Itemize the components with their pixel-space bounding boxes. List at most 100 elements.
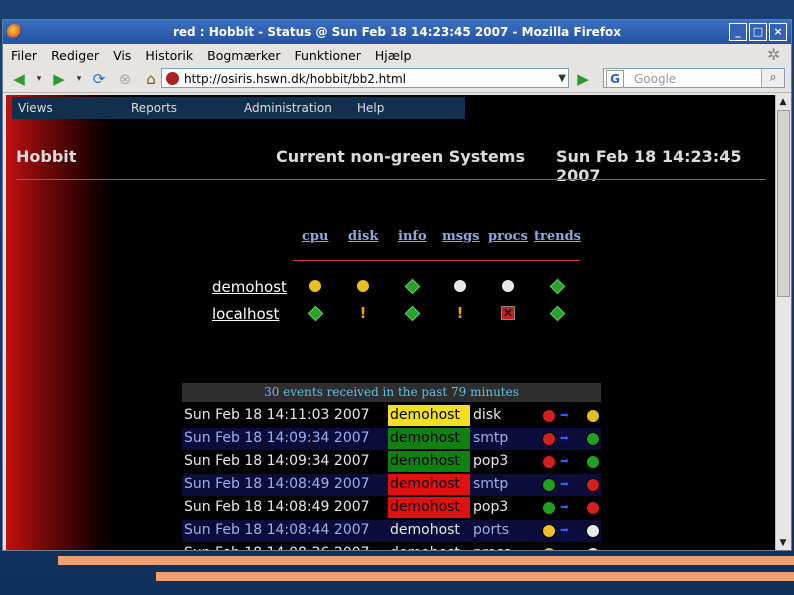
event-from-status-icon — [542, 501, 556, 515]
event-test[interactable]: pop3 — [473, 453, 508, 469]
back-icon[interactable]: ◀ — [9, 69, 29, 89]
minimize-button[interactable]: _ — [729, 23, 747, 41]
demohost-disk-yellow-icon[interactable] — [356, 279, 370, 293]
event-test[interactable]: smtp — [473, 430, 508, 446]
column-disk[interactable]: disk — [348, 229, 378, 244]
localhost-procs-red-icon[interactable]: ✕ — [501, 306, 515, 320]
event-host[interactable]: demohost — [388, 497, 470, 518]
url-bar[interactable]: http://osiris.hswn.dk/hobbit/bb2.html ▼ — [161, 68, 569, 88]
event-arrow-icon: ➡ — [560, 544, 569, 550]
reload-icon[interactable]: ⟳ — [89, 69, 109, 89]
host-demohost[interactable]: demohost — [212, 278, 287, 296]
decor-bar-bottom — [156, 572, 794, 581]
decor-bar-top — [58, 556, 794, 565]
event-from-status-icon — [542, 409, 556, 423]
column-trends[interactable]: trends — [534, 229, 581, 244]
brand-logo: Hobbit — [16, 147, 77, 166]
event-to-status-icon — [586, 524, 600, 538]
event-time: Sun Feb 18 14:08:49 2007 — [184, 476, 370, 492]
event-host[interactable]: demohost — [388, 474, 470, 495]
go-icon[interactable]: ▶ — [573, 69, 593, 89]
event-host[interactable]: demohost — [388, 428, 470, 449]
forward-icon[interactable]: ▶ — [49, 69, 69, 89]
event-from-status-icon — [542, 432, 556, 446]
vertical-scrollbar[interactable]: ▲ ▼ — [775, 95, 790, 550]
event-test[interactable]: smtp — [473, 476, 508, 492]
column-msgs[interactable]: msgs — [442, 229, 479, 244]
scroll-thumb[interactable] — [777, 110, 790, 297]
hobbit-menu-administration[interactable]: Administration — [238, 101, 351, 115]
localhost-msgs-warning-icon[interactable]: ! — [453, 306, 467, 321]
event-row: Sun Feb 18 14:08:49 2007 demohost smtp ➡ — [182, 474, 601, 496]
event-time: Sun Feb 18 14:09:34 2007 — [184, 453, 370, 469]
header-divider — [16, 179, 766, 180]
events-header: 30 events received in the past 79 minute… — [182, 383, 601, 402]
event-to-status-icon — [586, 432, 600, 446]
scroll-up-icon[interactable]: ▲ — [776, 95, 790, 109]
event-arrow-icon: ➡ — [560, 498, 570, 516]
menu-rediger[interactable]: Rediger — [51, 48, 99, 63]
event-to-status-icon — [586, 478, 600, 492]
demohost-info-green-icon[interactable] — [404, 278, 421, 295]
search-field[interactable]: G Google ⌕ — [603, 68, 785, 88]
site-favicon-icon — [166, 72, 179, 85]
menu-hjaelp[interactable]: Hjælp — [375, 48, 412, 63]
menu-filer[interactable]: Filer — [11, 48, 37, 63]
localhost-trends-green-icon[interactable] — [549, 305, 566, 322]
close-button[interactable]: × — [769, 23, 787, 41]
localhost-disk-warning-icon[interactable]: ! — [356, 306, 370, 321]
event-row: Sun Feb 18 14:11:03 2007 demohost disk ➡ — [182, 405, 601, 427]
stop-icon[interactable]: ⊗ — [115, 69, 135, 89]
event-row: Sun Feb 18 14:08:26 2007 demohostprocs ➡ — [182, 543, 601, 550]
demohost-cpu-yellow-icon[interactable] — [308, 279, 322, 293]
column-procs[interactable]: procs — [488, 229, 528, 244]
scroll-down-icon[interactable]: ▼ — [776, 536, 790, 550]
event-arrow-icon: ➡ — [560, 475, 570, 493]
localhost-cpu-green-icon[interactable] — [307, 305, 324, 322]
back-dropdown-icon[interactable]: ▾ — [35, 69, 43, 89]
url-text: http://osiris.hswn.dk/hobbit/bb2.html — [184, 72, 407, 86]
event-row: Sun Feb 18 14:09:34 2007 demohost pop3 ➡ — [182, 451, 601, 473]
forward-dropdown-icon[interactable]: ▾ — [75, 69, 83, 89]
hobbit-menu-help[interactable]: Help — [351, 101, 464, 115]
event-test[interactable]: disk — [473, 407, 501, 423]
navigation-toolbar: ◀ ▾ ▶ ▾ ⟳ ⊗ ⌂ http://osiris.hswn.dk/hobb… — [3, 66, 791, 93]
column-cpu[interactable]: cpu — [302, 229, 328, 244]
home-icon[interactable]: ⌂ — [141, 69, 161, 89]
menu-bogmaerker[interactable]: Bogmærker — [207, 48, 280, 63]
event-time: Sun Feb 18 14:09:34 2007 — [184, 430, 370, 446]
demohost-trends-green-icon[interactable] — [549, 278, 566, 295]
titlebar[interactable]: red : Hobbit - Status @ Sun Feb 18 14:23… — [3, 20, 791, 44]
event-test[interactable]: procs — [473, 545, 511, 550]
hobbit-menubar: Views Reports Administration Help — [12, 97, 465, 119]
column-info[interactable]: info — [398, 229, 427, 244]
event-host[interactable]: demohost — [388, 520, 470, 541]
event-host[interactable]: demohost — [388, 405, 470, 426]
event-time: Sun Feb 18 14:08:49 2007 — [184, 499, 370, 515]
host-localhost[interactable]: localhost — [212, 305, 279, 323]
demohost-msgs-clear-icon[interactable] — [453, 279, 467, 293]
localhost-info-green-icon[interactable] — [404, 305, 421, 322]
event-test[interactable]: pop3 — [473, 499, 508, 515]
event-host[interactable]: demohost — [388, 451, 470, 472]
event-time: Sun Feb 18 14:08:26 2007 — [184, 545, 370, 550]
event-arrow-icon: ➡ — [560, 429, 570, 447]
hobbit-menu-views[interactable]: Views — [12, 101, 125, 115]
window-title: red : Hobbit - Status @ Sun Feb 18 14:23… — [172, 25, 622, 39]
demohost-procs-clear-icon[interactable] — [501, 279, 515, 293]
event-time: Sun Feb 18 14:11:03 2007 — [184, 407, 370, 423]
maximize-button[interactable]: □ — [749, 23, 767, 41]
event-from-status-icon — [542, 478, 556, 492]
hobbit-menu-reports[interactable]: Reports — [125, 101, 238, 115]
event-row: Sun Feb 18 14:09:34 2007 demohost smtp ➡ — [182, 428, 601, 450]
menu-funktioner[interactable]: Funktioner — [295, 48, 361, 63]
menubar: Filer Rediger Vis Historik Bogmærker Fun… — [3, 44, 791, 66]
search-icon[interactable]: ⌕ — [761, 69, 784, 87]
event-host[interactable]: demohost — [388, 543, 470, 550]
menu-vis[interactable]: Vis — [113, 48, 131, 63]
event-test[interactable]: ports — [473, 522, 509, 538]
url-dropdown-icon[interactable]: ▼ — [558, 69, 566, 89]
menu-historik[interactable]: Historik — [145, 48, 193, 63]
search-placeholder: Google — [634, 72, 677, 86]
google-engine-icon[interactable]: G — [606, 70, 624, 88]
